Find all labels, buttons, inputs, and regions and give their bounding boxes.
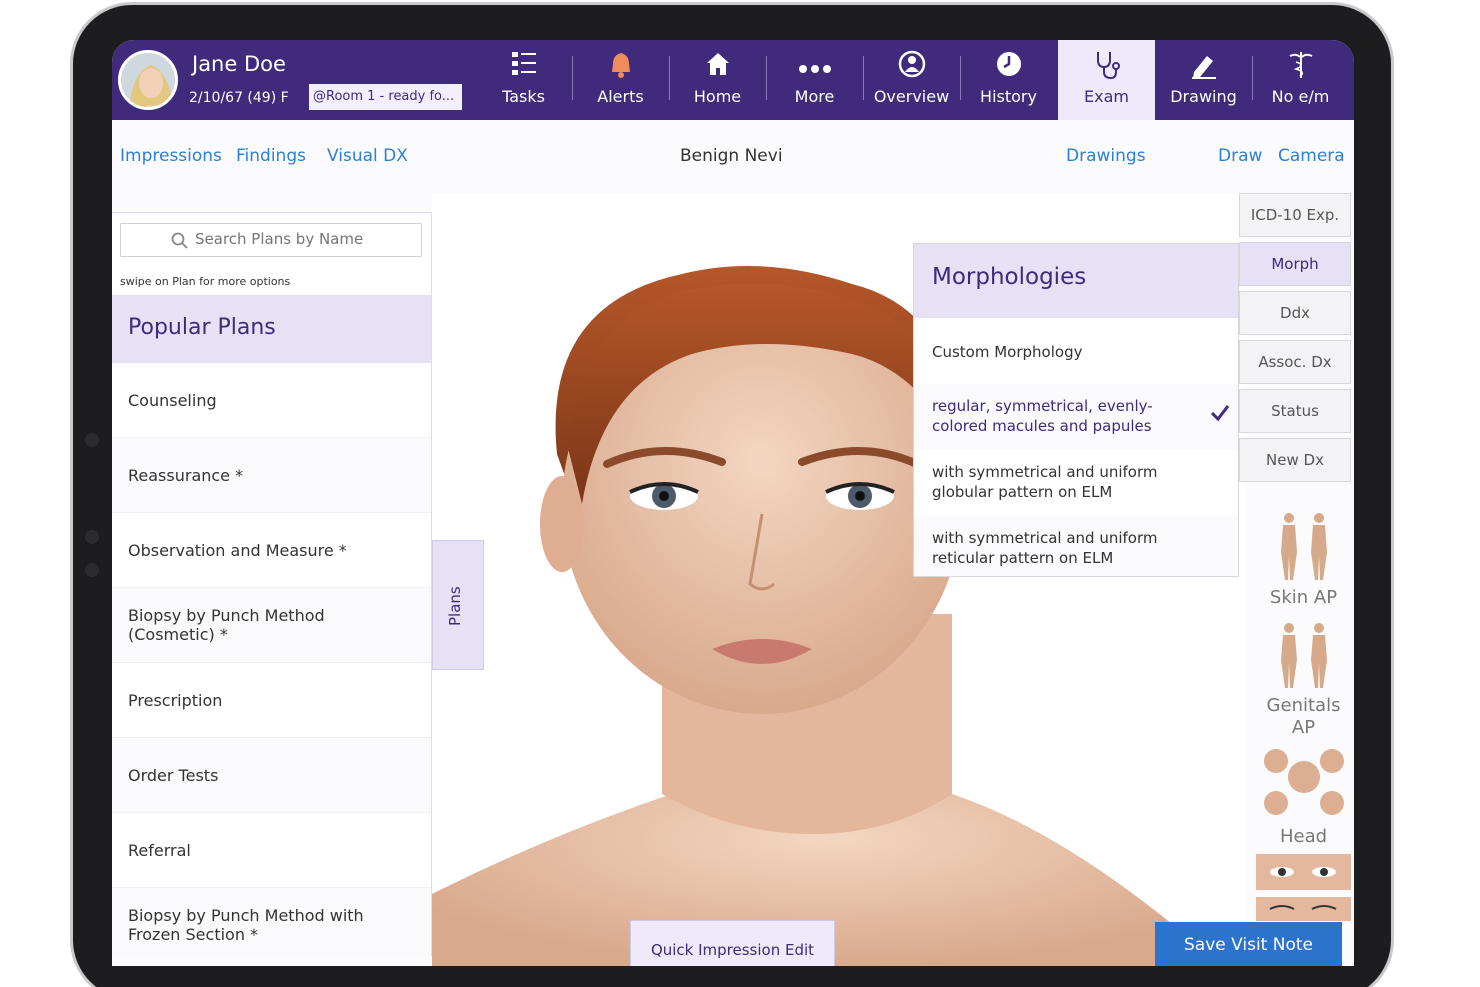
- side-button: [85, 433, 99, 447]
- diagnosis-title: Benign Nevi: [680, 146, 783, 166]
- visual-dx-link[interactable]: Visual DX: [327, 146, 408, 166]
- plans-toggle-tab[interactable]: Plans: [432, 540, 484, 670]
- nav-overview-label: Overview: [873, 87, 950, 106]
- genitals-ap-label: Genitals AP: [1266, 695, 1341, 738]
- plans-tab-label: Plans: [446, 586, 464, 626]
- morphology-item[interactable]: Custom Morphology: [914, 318, 1238, 384]
- morphology-item-selected[interactable]: regular, symmetrical, evenly-colored mac…: [914, 384, 1238, 450]
- nav-alerts-label: Alerts: [597, 87, 644, 106]
- quick-impression-edit-button[interactable]: Quick Impression Edit: [630, 920, 835, 966]
- patient-avatar[interactable]: [118, 50, 178, 110]
- clock-icon: [996, 52, 1021, 76]
- nav-no-em[interactable]: No e/m: [1252, 40, 1349, 120]
- nav-more[interactable]: More: [766, 40, 863, 120]
- person-circle-icon: [898, 50, 925, 78]
- plan-item[interactable]: Referral: [112, 813, 431, 888]
- tasks-icon: [511, 52, 536, 75]
- plan-item[interactable]: Biopsy by Punch Method (Cosmetic) *: [112, 588, 431, 663]
- popular-plans-header: Popular Plans: [112, 295, 431, 363]
- more-dots-icon: [798, 65, 831, 73]
- tab-assoc-dx[interactable]: Assoc. Dx: [1239, 340, 1351, 384]
- plan-item[interactable]: Reassurance *: [112, 438, 431, 513]
- search-icon: [171, 232, 188, 249]
- bell-icon: [611, 53, 630, 78]
- morphologies-header: Morphologies: [914, 244, 1238, 318]
- swipe-hint: swipe on Plan for more options: [120, 275, 291, 288]
- top-navigation-bar: Jane Doe 2/10/67 (49) F @Room 1 - ready …: [112, 40, 1354, 120]
- plan-search-input[interactable]: [195, 230, 415, 248]
- nav-tasks[interactable]: Tasks: [475, 40, 572, 120]
- nav-exam[interactable]: Exam: [1058, 40, 1155, 120]
- nav-history-label: History: [980, 87, 1037, 106]
- stethoscope-icon: [1096, 52, 1120, 80]
- nav-drawing-label: Drawing: [1170, 87, 1237, 106]
- plan-item[interactable]: Prescription: [112, 663, 431, 738]
- plans-panel: swipe on Plan for more options Popular P…: [112, 212, 432, 956]
- drawings-link[interactable]: Drawings: [1066, 146, 1146, 166]
- eyes-closeup-icon: [1256, 854, 1351, 890]
- pencil-icon: [1191, 56, 1216, 79]
- morphologies-title: Morphologies: [932, 264, 1087, 290]
- heads-icon: [1263, 749, 1344, 815]
- impressions-link[interactable]: Impressions: [120, 146, 222, 166]
- findings-link[interactable]: Findings: [236, 146, 306, 166]
- save-visit-note-button[interactable]: Save Visit Note: [1155, 922, 1342, 966]
- body-view-eyes[interactable]: [1256, 854, 1351, 890]
- patient-name[interactable]: Jane Doe: [192, 52, 286, 76]
- camera-link[interactable]: Camera: [1278, 146, 1345, 166]
- body-view-genitals-ap[interactable]: Genitals AP: [1256, 620, 1351, 739]
- nav-no-em-label: No e/m: [1271, 87, 1330, 106]
- patient-dob-age-sex: 2/10/67 (49) F: [189, 90, 289, 106]
- tab-status[interactable]: Status: [1239, 389, 1351, 433]
- nav-drawing[interactable]: Drawing: [1155, 40, 1252, 120]
- plan-search-box[interactable]: [120, 223, 422, 257]
- morphologies-panel: Morphologies Custom Morphology regular, …: [913, 243, 1239, 577]
- sub-header: Impressions Findings Visual DX Benign Ne…: [112, 120, 1354, 194]
- nav-overview[interactable]: Overview: [863, 40, 960, 120]
- tab-ddx[interactable]: Ddx: [1239, 291, 1351, 335]
- body-view-head[interactable]: Head: [1256, 745, 1351, 847]
- side-button: [85, 530, 99, 544]
- plan-item[interactable]: Order Tests: [112, 738, 431, 813]
- head-label: Head: [1279, 826, 1328, 847]
- nav-home-label: Home: [693, 87, 742, 106]
- plan-item[interactable]: Counseling: [112, 363, 431, 438]
- morphology-item[interactable]: with symmetrical and uniform globular pa…: [914, 450, 1238, 516]
- nav-tasks-label: Tasks: [502, 87, 545, 106]
- checkmark-icon: [1210, 405, 1230, 422]
- nav-more-label: More: [794, 87, 835, 106]
- app-screen: Jane Doe 2/10/67 (49) F @Room 1 - ready …: [112, 40, 1354, 966]
- nav-alerts[interactable]: Alerts: [572, 40, 669, 120]
- body-figures-icon: [1280, 623, 1327, 688]
- caduceus-icon: [1289, 52, 1312, 78]
- eyes-closeup-icon: [1256, 897, 1351, 921]
- plan-item[interactable]: Biopsy by Punch Method with Frozen Secti…: [112, 888, 431, 956]
- skin-ap-label: Skin AP: [1269, 587, 1338, 608]
- tab-icd10-exp[interactable]: ICD-10 Exp.: [1239, 193, 1351, 237]
- body-figures-icon: [1280, 513, 1327, 580]
- plan-item[interactable]: Observation and Measure *: [112, 513, 431, 588]
- morphology-item[interactable]: with symmetrical and uniform reticular p…: [914, 516, 1238, 576]
- draw-link[interactable]: Draw: [1218, 146, 1262, 166]
- tab-new-dx[interactable]: New Dx: [1239, 438, 1351, 482]
- popular-plans-title: Popular Plans: [128, 315, 276, 340]
- room-status-badge[interactable]: @Room 1 - ready fo...: [309, 84, 462, 110]
- nav-exam-label: Exam: [1084, 87, 1129, 106]
- nav-history[interactable]: History: [960, 40, 1057, 120]
- home-icon: [706, 53, 729, 75]
- body-view-eyes-closed[interactable]: [1256, 897, 1351, 921]
- side-button: [85, 563, 99, 577]
- body-view-skin-ap[interactable]: Skin AP: [1256, 510, 1351, 608]
- nav-home[interactable]: Home: [669, 40, 766, 120]
- tab-morph[interactable]: Morph: [1239, 242, 1351, 286]
